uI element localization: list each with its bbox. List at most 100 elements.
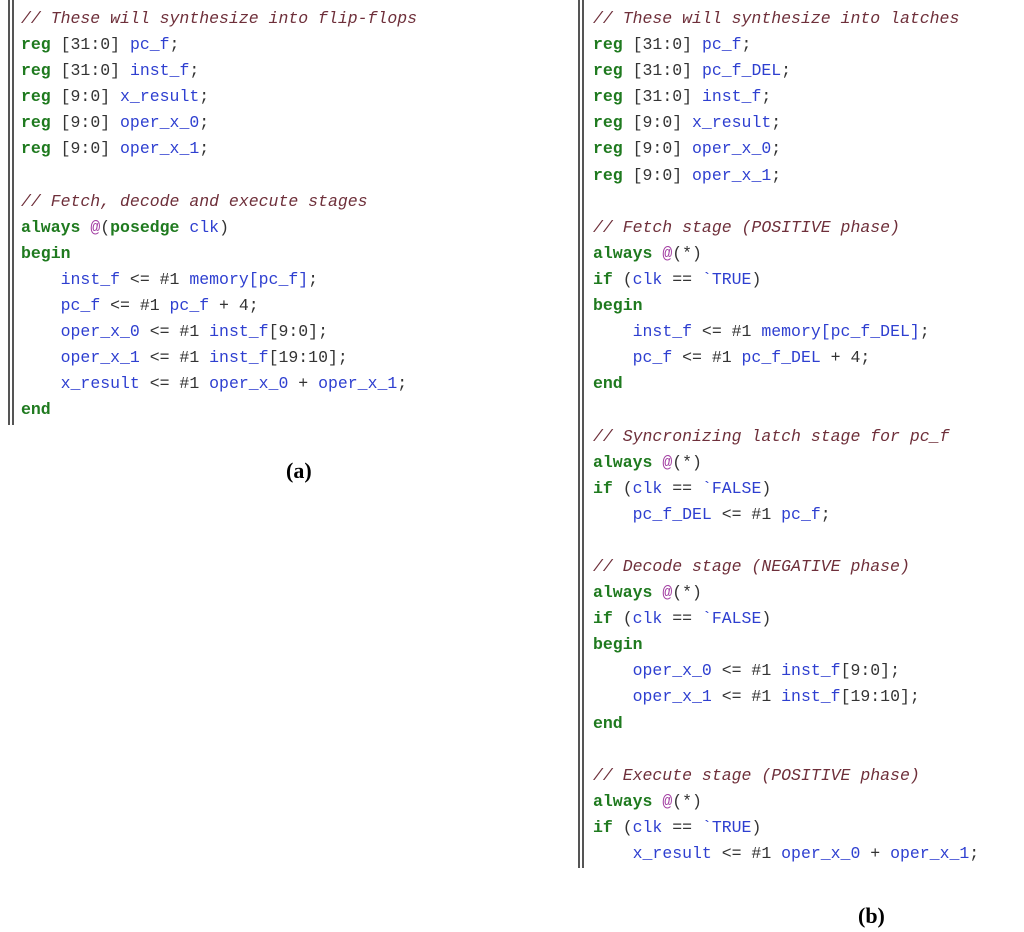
code-line: // Decode stage (NEGATIVE phase) <box>593 554 979 580</box>
at-symbol-token: @ <box>662 243 673 263</box>
keyword-token: if <box>593 478 613 498</box>
at-symbol-token: @ <box>90 217 101 237</box>
code-line: inst_f <= #1 memory[pc_f_DEL]; <box>593 319 979 345</box>
identifier-token: pc_f <box>169 296 210 316</box>
identifier-token: inst_f <box>632 322 693 342</box>
identifier-token: oper_x_1 <box>890 844 970 863</box>
comment-token: // Fetch, decode and execute stages <box>21 191 368 211</box>
comment-token: // These will synthesize into latches <box>593 9 960 28</box>
identifier-token: inst_f <box>701 87 762 107</box>
punctuation-token <box>593 687 633 706</box>
identifier-token: oper_x_0 <box>120 113 200 133</box>
code-line: x_result <= #1 oper_x_0 + oper_x_1; <box>21 371 417 397</box>
code-line: reg [9:0] oper_x_1; <box>593 163 979 189</box>
punctuation-token: [19:10]; <box>840 687 920 707</box>
identifier-token: clk <box>632 817 663 837</box>
punctuation-token: + <box>288 374 319 394</box>
code-line: reg [31:0] pc_f; <box>21 32 417 58</box>
identifier-token: oper_x_1 <box>60 348 140 368</box>
code-line: reg [31:0] pc_f; <box>593 32 979 58</box>
identifier-token: inst_f <box>209 322 269 342</box>
identifier-token: oper_x_0 <box>60 322 140 342</box>
identifier-token: oper_x_0 <box>692 139 772 159</box>
code-line: begin <box>593 632 979 658</box>
keyword-token: if <box>593 269 613 289</box>
panel-a-left-rule-2 <box>12 0 14 425</box>
punctuation-token: ( <box>612 478 633 498</box>
punctuation-token <box>179 218 189 237</box>
identifier-token: memory[pc_f_DEL] <box>761 322 920 342</box>
punctuation-token: [9:0]; <box>840 661 900 681</box>
punctuation-token <box>593 505 633 524</box>
code-line: always @(*) <box>593 241 979 267</box>
keyword-token: always <box>593 243 653 263</box>
identifier-token: pc_f <box>701 35 742 55</box>
punctuation-token <box>21 322 61 341</box>
identifier-token: clk <box>632 269 663 289</box>
code-line: pc_f <= #1 pc_f_DEL + 4; <box>593 345 979 371</box>
keyword-token: if <box>593 817 613 837</box>
at-symbol-token: @ <box>662 791 673 811</box>
identifier-token: clk <box>189 217 220 237</box>
code-line: always @(posedge clk) <box>21 215 417 241</box>
keyword-token: always <box>21 217 81 237</box>
punctuation-token: [9:0] <box>622 139 693 159</box>
identifier-token: pc_f <box>632 348 673 368</box>
keyword-token: begin <box>593 296 643 316</box>
punctuation-token: ; <box>308 269 319 289</box>
code-line: oper_x_0 <= #1 inst_f[9:0]; <box>21 319 417 345</box>
punctuation-token: [9:0] <box>622 113 693 133</box>
punctuation-token: ; <box>919 322 930 342</box>
comment-token: // Execute stage (POSITIVE phase) <box>593 765 920 785</box>
punctuation-token: <= #1 <box>711 844 782 863</box>
punctuation-token <box>652 792 662 811</box>
punctuation-token: [31:0] <box>622 35 702 55</box>
punctuation-token: ; <box>781 61 792 81</box>
keyword-token: end <box>593 374 623 394</box>
punctuation-token: <= #1 <box>711 504 782 524</box>
code-line: if (clk == `FALSE) <box>593 476 979 502</box>
punctuation-token: [9:0] <box>50 139 121 159</box>
comment-token: // Syncronizing latch stage for pc_f <box>593 426 950 446</box>
code-line: // Syncronizing latch stage for pc_f <box>593 424 979 450</box>
punctuation-token: + 4; <box>820 348 871 368</box>
punctuation-token: (*) <box>672 791 702 811</box>
punctuation-token: (*) <box>672 452 702 472</box>
identifier-token: `TRUE <box>701 269 752 289</box>
punctuation-token: <= #1 <box>139 322 210 342</box>
punctuation-token <box>593 844 633 863</box>
identifier-token: pc_f <box>781 504 821 524</box>
code-line: if (clk == `FALSE) <box>593 606 979 632</box>
punctuation-token: ; <box>771 139 782 159</box>
comment-token: // Fetch stage (POSITIVE phase) <box>593 217 900 237</box>
code-line: reg [31:0] pc_f_DEL; <box>593 58 979 84</box>
punctuation-token: == <box>662 609 702 629</box>
punctuation-token: <= #1 <box>139 348 210 368</box>
identifier-token: oper_x_1 <box>318 374 398 394</box>
comment-token: // These will synthesize into flip-flops <box>21 9 418 28</box>
keyword-token: reg <box>593 139 623 159</box>
punctuation-token: ) <box>751 817 762 837</box>
code-line: reg [31:0] inst_f; <box>593 84 979 110</box>
punctuation-token: [31:0] <box>50 61 130 81</box>
keyword-token: always <box>593 583 653 603</box>
identifier-token: oper_x_1 <box>632 687 712 707</box>
identifier-token: `TRUE <box>701 817 752 837</box>
identifier-token: pc_f <box>129 35 170 55</box>
code-line: reg [9:0] oper_x_0; <box>593 136 979 162</box>
identifier-token: oper_x_0 <box>632 661 712 681</box>
punctuation-token: ; <box>199 87 210 107</box>
punctuation-token: <= #1 <box>120 269 190 289</box>
punctuation-token: ) <box>761 478 772 498</box>
panel-a-left-rule-1 <box>8 0 10 425</box>
keyword-token: reg <box>593 35 623 55</box>
punctuation-token: [31:0] <box>50 35 130 55</box>
punctuation-token: ; <box>969 844 980 863</box>
identifier-token: `FALSE <box>701 478 762 498</box>
panel-b-caption: (b) <box>858 903 885 928</box>
punctuation-token: + <box>860 844 891 863</box>
comment-token: // Decode stage (NEGATIVE phase) <box>593 556 910 576</box>
code-line: reg [31:0] inst_f; <box>21 58 417 84</box>
